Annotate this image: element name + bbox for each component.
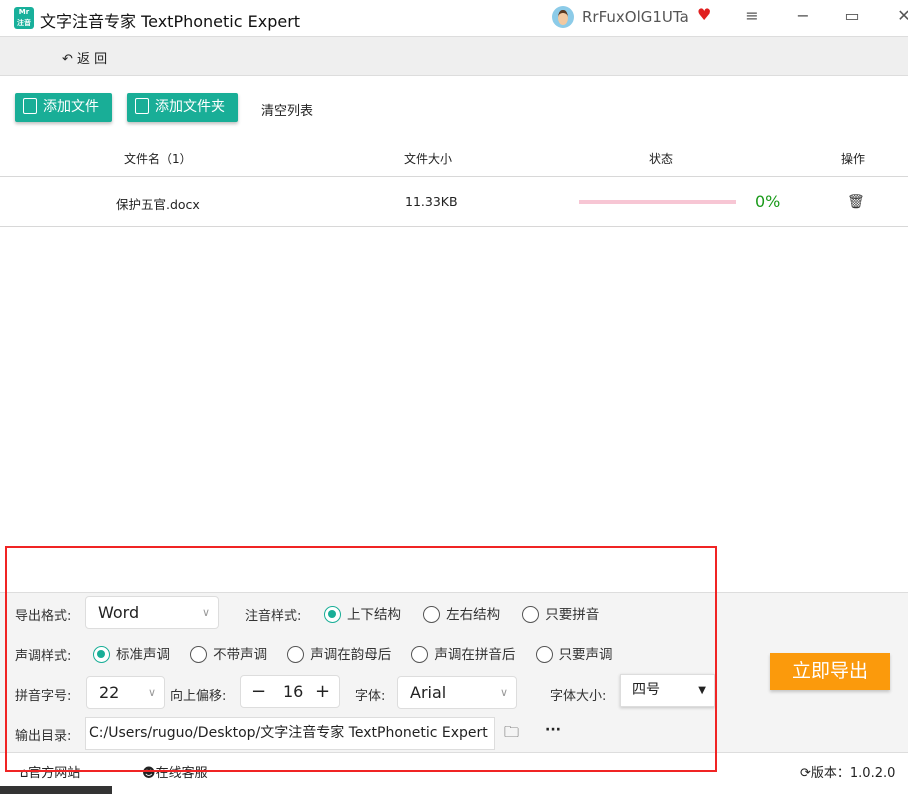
font-size-value: 四号 [632, 682, 660, 698]
offset-label: 向上偏移: [170, 689, 227, 704]
font-size-select[interactable]: 四号 ▼ [620, 674, 715, 707]
vip-icon[interactable]: ♥ [697, 5, 711, 24]
column-header-actions: 操作 [841, 152, 866, 166]
chevron-down-icon: ∨ [147, 686, 156, 699]
radio-annotation-1[interactable]: 左右结构 [423, 606, 500, 623]
radio-tone-3[interactable]: 声调在拼音后 [411, 646, 515, 663]
minimize-icon[interactable]: − [791, 6, 815, 25]
radio-tone-4[interactable]: 只要声调 [535, 646, 613, 663]
divider [0, 176, 908, 177]
export-now-button[interactable]: 立即导出 [770, 653, 890, 690]
nav-bar [0, 37, 908, 76]
app-title: 文字注音专家 TextPhonetic Expert [40, 12, 301, 31]
output-dir-label: 输出目录: [15, 729, 72, 744]
radio-annotation-0[interactable]: 上下结构 [324, 606, 401, 623]
back-button[interactable]: ↶ 返 回 [62, 48, 107, 67]
annotation-style-label: 注音样式: [245, 609, 302, 624]
progress-bar [579, 200, 736, 204]
version-info[interactable]: ⟳版本：1.0.2.0 [800, 762, 895, 781]
tone-style-group: 标准声调 不带声调 声调在韵母后 声调在拼音后 只要声调 [93, 643, 613, 663]
column-header-status: 状态 [649, 152, 674, 166]
radio-icon [287, 646, 305, 663]
font-label: 字体: [355, 689, 386, 704]
column-header-name: 文件名（1） [124, 152, 192, 166]
maximize-icon[interactable]: ▭ [840, 6, 864, 25]
radio-annotation-2[interactable]: 只要拼音 [522, 606, 599, 623]
clear-list-button[interactable]: 清空列表 [261, 100, 313, 119]
radio-icon [190, 646, 208, 663]
tone-style-label: 声调样式: [15, 649, 72, 664]
annotation-style-group: 上下结构 左右结构 只要拼音 [324, 603, 599, 623]
add-file-button[interactable]: 添加文件 [15, 93, 112, 122]
caret-down-icon: ▼ [698, 685, 706, 696]
menu-icon[interactable]: ≡ [740, 6, 764, 25]
export-format-select[interactable]: Word ∨ [85, 596, 219, 629]
file-name: 保护五官.docx [116, 197, 200, 212]
website-link[interactable]: ⌂官方网站 [20, 762, 80, 781]
radio-icon [93, 646, 110, 663]
decrement-button[interactable]: − [251, 676, 266, 707]
support-icon: ☻ [142, 766, 156, 781]
radio-icon [535, 646, 553, 663]
radio-tone-0[interactable]: 标准声调 [93, 646, 170, 663]
pinyin-size-value: 22 [99, 683, 120, 702]
radio-icon [423, 606, 441, 623]
font-value: Arial [410, 683, 447, 702]
export-format-label: 导出格式: [15, 609, 72, 624]
taskbar-fragment [0, 786, 112, 794]
radio-tone-1[interactable]: 不带声调 [190, 646, 267, 663]
file-size: 11.33KB [405, 194, 458, 209]
radio-tone-2[interactable]: 声调在韵母后 [287, 646, 391, 663]
pinyin-size-select[interactable]: 22 ∨ [86, 676, 165, 709]
folder-add-icon [135, 98, 149, 114]
radio-icon [522, 606, 540, 623]
chevron-down-icon: ∨ [201, 606, 210, 619]
file-icon [23, 98, 37, 114]
delete-icon[interactable]: 🗑 [847, 194, 865, 210]
close-icon[interactable]: ✕ [892, 6, 908, 25]
pinyin-size-label: 拼音字号: [15, 689, 72, 704]
radio-icon [324, 606, 341, 623]
font-size-label: 字体大小: [550, 689, 607, 704]
font-select[interactable]: Arial ∨ [397, 676, 517, 709]
footer [0, 752, 908, 794]
avatar[interactable] [552, 6, 574, 28]
add-folder-button[interactable]: 添加文件夹 [127, 93, 238, 122]
divider [0, 226, 908, 227]
support-link[interactable]: ☻在线客服 [142, 762, 208, 781]
column-header-size: 文件大小 [404, 152, 453, 166]
refresh-icon: ⟳ [800, 766, 811, 781]
chevron-down-icon: ∨ [499, 686, 508, 699]
back-icon: ↶ [62, 52, 78, 67]
radio-icon [411, 646, 429, 663]
more-button[interactable]: ··· [545, 722, 561, 738]
progress-percent: 0% [755, 192, 781, 211]
export-format-value: Word [98, 603, 140, 622]
increment-button[interactable]: + [315, 676, 330, 707]
output-dir-input[interactable]: C:/Users/ruguo/Desktop/文字注音专家 TextPhonet… [85, 717, 495, 750]
username[interactable]: RrFuxOlG1UTa [582, 8, 689, 26]
app-logo: Mr 注音 [14, 7, 34, 29]
offset-value: 16 [283, 682, 304, 701]
folder-open-icon[interactable]: 🗀 [504, 722, 519, 747]
offset-stepper[interactable]: − 16 + [240, 675, 340, 708]
